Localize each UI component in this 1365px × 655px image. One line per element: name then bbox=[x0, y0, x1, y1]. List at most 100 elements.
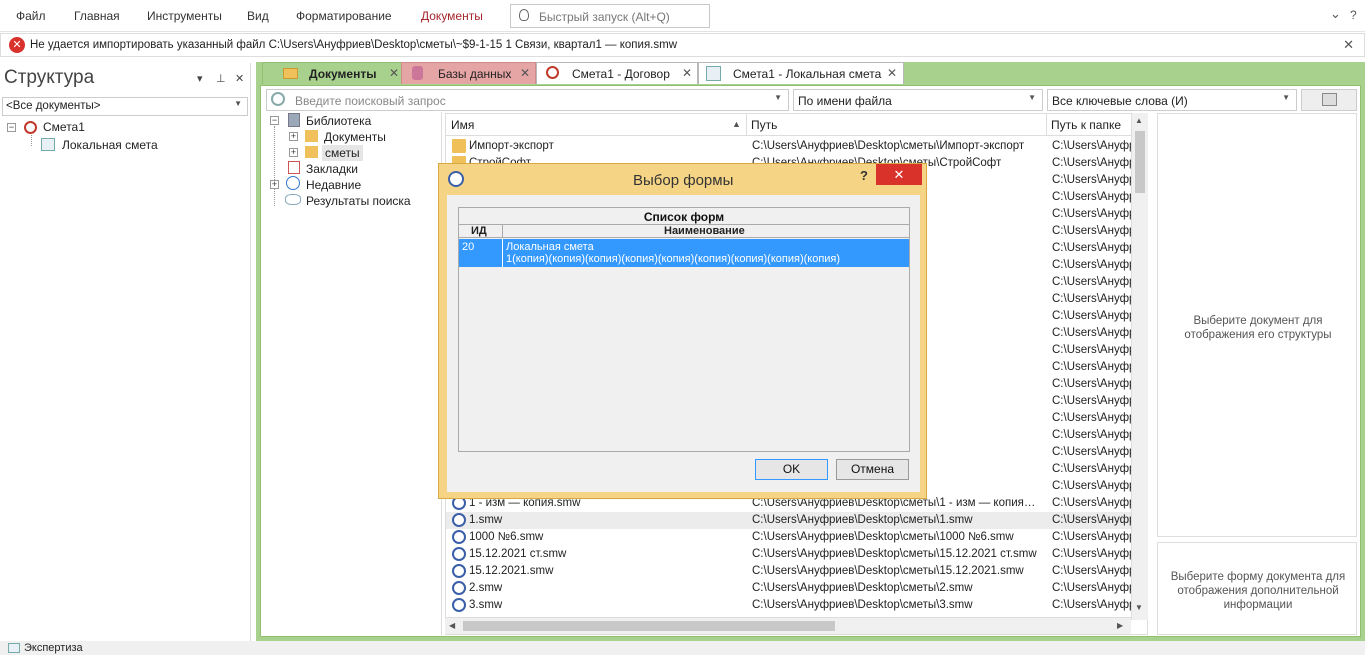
panel-close-icon[interactable]: ✕ bbox=[235, 72, 244, 85]
pin-icon[interactable]: ⊥ bbox=[216, 72, 226, 85]
file-folder-path: C:\Users\Ануфр bbox=[1052, 242, 1132, 254]
tree-node-estimates[interactable]: сметы bbox=[322, 145, 363, 161]
horizontal-scrollbar[interactable]: ◀ ▶ bbox=[445, 617, 1131, 634]
error-close-icon[interactable]: ✕ bbox=[1343, 37, 1354, 53]
document-filter-select[interactable]: <Все документы> ▼ bbox=[2, 97, 248, 116]
form-row[interactable]: 20 Локальная смета 1(копия)(копия)(копия… bbox=[459, 239, 909, 267]
structure-hint: Выберите документ для отображения его ст… bbox=[1184, 315, 1332, 341]
panel-dropdown-icon[interactable]: ▾ bbox=[197, 72, 203, 85]
tree-expand-icon[interactable]: + bbox=[270, 180, 279, 189]
cancel-button[interactable]: Отмена bbox=[836, 459, 909, 480]
file-row[interactable]: 15.12.2021 ст.smw C:\Users\Ануфриев\Deskt… bbox=[446, 546, 1134, 563]
menu-bar: Файл Главная Инструменты Вид Форматирова… bbox=[0, 0, 1365, 32]
error-message: Не удается импортировать указанный файл … bbox=[30, 39, 677, 51]
file-folder-path: C:\Users\Ануфр bbox=[1052, 446, 1132, 458]
file-name: 1000 №6.smw bbox=[469, 531, 544, 543]
tree-node-recent[interactable]: Недавние bbox=[306, 178, 361, 192]
library-icon bbox=[288, 113, 300, 127]
tree-node-local-estimate[interactable]: Локальная смета bbox=[62, 138, 158, 152]
scroll-down-icon[interactable]: ▼ bbox=[1135, 603, 1143, 612]
file-row[interactable]: Импорт-экспорт C:\Users\Ануфриев\Desktop\… bbox=[446, 138, 1134, 155]
tree-node-documents[interactable]: Документы bbox=[324, 130, 386, 144]
estimate-file-icon bbox=[452, 598, 466, 612]
column-path[interactable]: Путь bbox=[751, 118, 777, 132]
status-bar: Экспертиза bbox=[0, 641, 1365, 655]
column-divider bbox=[502, 224, 503, 238]
column-name: Наименование bbox=[664, 225, 745, 237]
file-path: C:\Users\Ануфриев\Desktop\сметы\15.12.20… bbox=[752, 548, 1037, 560]
keywords-select[interactable]: Все ключевые слова (И) ▼ bbox=[1047, 89, 1297, 111]
search-mode-select[interactable]: По имени файла ▼ bbox=[793, 89, 1043, 111]
tab-estimate-local[interactable]: Смета1 - Локальная смета ✕ bbox=[698, 62, 904, 84]
tree-node-bookmarks[interactable]: Закладки bbox=[306, 162, 358, 176]
file-folder-path: C:\Users\Ануфр bbox=[1052, 548, 1132, 560]
search-input[interactable]: Введите поисковый запрос ▼ bbox=[266, 89, 789, 111]
tree-collapse-icon[interactable]: − bbox=[7, 123, 16, 132]
options-icon bbox=[1322, 93, 1337, 106]
file-folder-path: C:\Users\Ануфр bbox=[1052, 191, 1132, 203]
column-folder-path[interactable]: Путь к папке bbox=[1051, 118, 1121, 132]
contract-icon bbox=[546, 66, 559, 79]
file-row[interactable]: 15.12.2021.smw C:\Users\Ануфриев\Desktop\… bbox=[446, 563, 1134, 580]
close-icon[interactable]: ✕ bbox=[520, 66, 530, 80]
tree-node-search-results[interactable]: Результаты поиска bbox=[306, 194, 411, 208]
file-row[interactable]: 1.smw C:\Users\Ануфриев\Desktop\сметы\1.s… bbox=[446, 512, 1134, 529]
tree-collapse-icon[interactable]: − bbox=[270, 116, 279, 125]
file-folder-path: C:\Users\Ануфр bbox=[1052, 565, 1132, 577]
local-estimate-icon bbox=[41, 138, 55, 151]
file-name: 3.smw bbox=[469, 599, 503, 611]
tree-node-library[interactable]: Библиотека bbox=[306, 114, 371, 128]
file-folder-path: C:\Users\Ануфр bbox=[1052, 259, 1132, 271]
grid-header: ИД Наименование bbox=[459, 224, 909, 238]
menu-tools[interactable]: Инструменты bbox=[147, 9, 222, 23]
tab-estimate-contract[interactable]: Смета1 - Договор ✕ bbox=[536, 62, 698, 84]
file-path: C:\Users\Ануфриев\Desktop\сметы\3.smw bbox=[752, 599, 973, 611]
close-icon[interactable]: ✕ bbox=[682, 66, 692, 80]
collapse-ribbon-icon[interactable]: ⌄ bbox=[1330, 6, 1341, 22]
vertical-scrollbar[interactable]: ▲ ▼ bbox=[1131, 113, 1148, 620]
scroll-thumb[interactable] bbox=[1135, 131, 1145, 193]
menu-documents[interactable]: Документы bbox=[421, 9, 483, 23]
dialog-body: Список форм ИД Наименование 20 Локальная… bbox=[447, 195, 920, 492]
structure-title: Структура bbox=[4, 67, 95, 88]
tree-expand-icon[interactable]: + bbox=[289, 132, 298, 141]
scroll-right-icon[interactable]: ▶ bbox=[1117, 621, 1123, 630]
tree-expand-icon[interactable]: + bbox=[289, 148, 298, 157]
menu-home[interactable]: Главная bbox=[74, 9, 120, 23]
menu-file[interactable]: Файл bbox=[16, 9, 46, 23]
tab-documents[interactable]: Документы ✕ bbox=[262, 62, 406, 84]
error-notification: ✕ Не удается импортировать указанный фай… bbox=[0, 33, 1365, 57]
file-folder-path: C:\Users\Ануфр bbox=[1052, 463, 1132, 475]
dialog-close-button[interactable]: ✕ bbox=[876, 164, 922, 185]
scroll-up-icon[interactable]: ▲ bbox=[1135, 116, 1143, 125]
estimate-file-icon bbox=[452, 530, 466, 544]
column-id: ИД bbox=[471, 225, 487, 237]
scroll-left-icon[interactable]: ◀ bbox=[449, 621, 455, 630]
file-name: 15.12.2021 ст.smw bbox=[469, 548, 567, 560]
menu-formatting[interactable]: Форматирование bbox=[296, 9, 392, 23]
file-row[interactable]: 1000 №6.smw C:\Users\Ануфриев\Desktop\сме… bbox=[446, 529, 1134, 546]
column-name[interactable]: Имя bbox=[451, 118, 474, 132]
info-hint: Выберите форму документа для отображения… bbox=[1170, 571, 1346, 611]
quick-launch-placeholder: Быстрый запуск (Alt+Q) bbox=[539, 10, 670, 24]
menu-view[interactable]: Вид bbox=[247, 9, 269, 23]
file-folder-path: C:\Users\Ануфр bbox=[1052, 344, 1132, 356]
bookmark-icon bbox=[288, 161, 300, 174]
scroll-thumb[interactable] bbox=[463, 621, 835, 631]
file-folder-path: C:\Users\Ануфр bbox=[1052, 293, 1132, 305]
tab-databases[interactable]: Базы данных ✕ bbox=[401, 62, 536, 84]
close-icon[interactable]: ✕ bbox=[887, 66, 897, 80]
library-tree: − Библиотека + Документы + сметы Закладк… bbox=[264, 112, 442, 635]
dialog-titlebar[interactable]: Выбор формы ? ✕ bbox=[439, 164, 926, 195]
quick-launch-input[interactable]: Быстрый запуск (Alt+Q) bbox=[510, 4, 710, 28]
help-icon[interactable]: ? bbox=[1350, 8, 1357, 22]
file-row[interactable]: 3.smw C:\Users\Ануфриев\Desktop\сметы\3.s… bbox=[446, 597, 1134, 614]
help-icon[interactable]: ? bbox=[860, 168, 868, 183]
estimate-file-icon bbox=[452, 581, 466, 595]
tab-label: Смета1 - Договор bbox=[572, 67, 670, 81]
close-icon[interactable]: ✕ bbox=[389, 66, 399, 80]
tree-node-estimate[interactable]: Смета1 bbox=[43, 120, 85, 134]
ok-button[interactable]: OK bbox=[755, 459, 828, 480]
search-options-button[interactable] bbox=[1301, 89, 1357, 111]
file-row[interactable]: 2.smw C:\Users\Ануфриев\Desktop\сметы\2.s… bbox=[446, 580, 1134, 597]
